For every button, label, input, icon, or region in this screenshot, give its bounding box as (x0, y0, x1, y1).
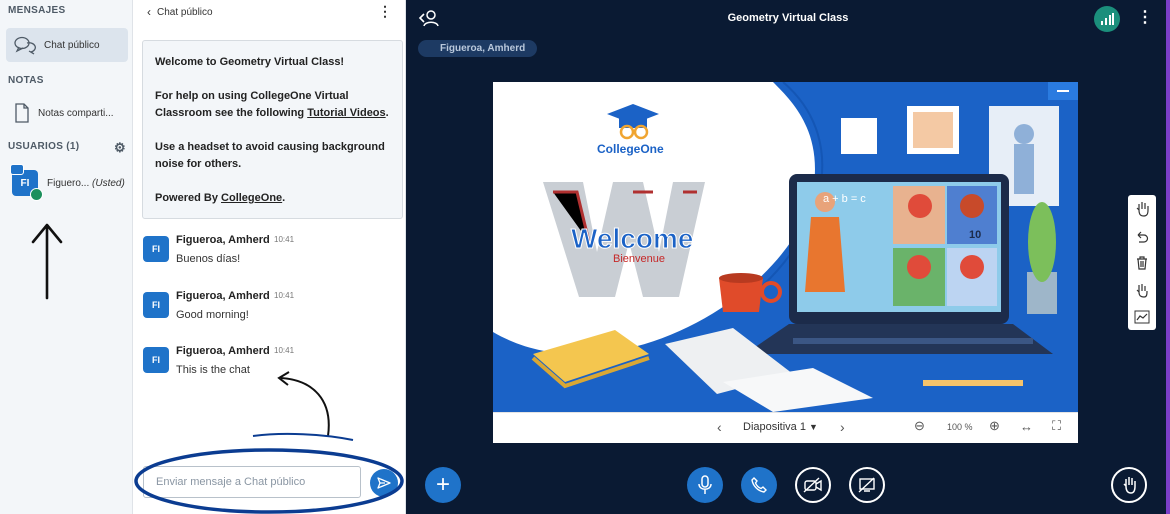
annotation-ellipse-icon (134, 432, 404, 514)
fit-width-icon[interactable]: ↔ (1020, 419, 1033, 434)
avatar-initials: FI (20, 177, 30, 189)
fullscreen-icon[interactable]: ⛶ (1052, 418, 1061, 434)
signal-bars-icon (1100, 13, 1114, 25)
user-list-item[interactable]: FI Figuero... (Usted) (10, 164, 130, 201)
slide-number-sign: 10 (969, 229, 981, 241)
help-line: For help on using CollegeOne Virtual Cla… (155, 90, 389, 119)
chat-header: ‹ Chat público ⋮ (133, 0, 406, 24)
whiteboard-toolbar (1128, 195, 1156, 330)
avatar: FI (143, 347, 169, 373)
messages-section-title: MENSAJES (8, 5, 66, 16)
powered-by-line: Powered By CollegeOne. (155, 192, 286, 204)
chat-title[interactable]: Chat público (157, 7, 213, 18)
chevron-left-icon[interactable]: ‹ (717, 419, 722, 435)
connection-status-button[interactable] (1094, 6, 1120, 32)
microphone-button[interactable] (687, 467, 723, 503)
message-text: Good morning! (176, 309, 249, 321)
conference-app: MENSAJES Chat público NOTAS Notas compar… (0, 0, 1170, 514)
presenter-icon (10, 164, 24, 175)
raise-hand-button[interactable] (1111, 467, 1147, 503)
more-vertical-icon[interactable]: ⋮ (1137, 7, 1153, 27)
message-time: 10:41 (274, 235, 295, 244)
tutorial-videos-link[interactable]: Tutorial Videos (307, 107, 385, 119)
plus-icon: + (435, 471, 450, 498)
phone-button[interactable] (741, 467, 777, 503)
chevron-left-icon[interactable]: ‹ (147, 5, 151, 19)
message-text: This is the chat (176, 364, 250, 376)
screen-share-button[interactable] (849, 467, 885, 503)
presentation-slide: a + b = c 10 Welcome Bienvenue CollegeOn… (493, 82, 1078, 412)
chat-bubbles-icon (14, 35, 36, 55)
user-name: Figuero... (Usted) (47, 177, 125, 189)
headset-line: Use a headset to avoid causing backgroun… (155, 141, 385, 170)
slide-artwork: a + b = c 10 Welcome Bienvenue CollegeOn… (493, 82, 1078, 412)
undo-icon[interactable] (1131, 225, 1153, 247)
microphone-icon (697, 475, 713, 495)
chat-panel: ‹ Chat público ⋮ Welcome to Geometry Vir… (133, 0, 406, 514)
hand-tool-icon[interactable] (1131, 198, 1153, 220)
slide-welcome-word: Welcome (571, 223, 693, 254)
users-section-title: USUARIOS (1) ⚙ (0, 140, 130, 155)
zoom-level: 100 % (947, 422, 973, 432)
chat-message: FI Figueroa, Amherd 10:41 Buenos días! (143, 234, 403, 274)
gear-icon[interactable]: ⚙ (114, 140, 126, 156)
screen-share-off-icon (858, 477, 876, 493)
message-text: Buenos días! (176, 253, 241, 265)
message-time: 10:41 (274, 346, 295, 355)
message-time: 10:41 (274, 291, 295, 300)
chat-message: FI Figueroa, Amherd 10:41 Good morning! (143, 290, 403, 330)
users-count-label: USUARIOS (1) (8, 141, 80, 152)
chevron-right-icon[interactable]: › (840, 419, 845, 435)
avatar: FI (143, 292, 169, 318)
welcome-line: Welcome to Geometry Virtual Class! (155, 56, 345, 68)
shared-notes-label: Notas comparti... (38, 107, 114, 119)
zoom-in-icon[interactable]: ⊕ (989, 418, 1000, 434)
presenter-badge: Figueroa, Amherd (418, 40, 538, 57)
message-sender: Figueroa, Amherd (176, 290, 270, 302)
public-chat-item[interactable]: Chat público (6, 28, 128, 62)
camera-off-icon (803, 477, 823, 493)
slide-selector[interactable]: Diapositiva 1 ▼ (743, 421, 818, 433)
pencil-line-icon[interactable] (1131, 306, 1153, 328)
meeting-title: Geometry Virtual Class (727, 12, 849, 24)
slide-formula: a + b = c (823, 193, 866, 205)
window-edge (1166, 0, 1170, 514)
trash-icon[interactable] (1131, 252, 1153, 274)
avatar: FI (143, 236, 169, 262)
zoom-out-icon[interactable]: ⊖ (914, 418, 925, 434)
actions-button[interactable]: + (425, 467, 461, 503)
user-list-panel: MENSAJES Chat público NOTAS Notas compar… (0, 0, 133, 514)
shared-notes-item[interactable]: Notas comparti... (6, 98, 128, 128)
multi-user-icon[interactable] (1131, 279, 1153, 301)
message-sender: Figueroa, Amherd (176, 345, 270, 357)
chevron-down-icon: ▼ (809, 422, 818, 432)
slide-toolbar: ‹ Diapositiva 1 ▼ › ⊖ 100 % ⊕ ↔ ⛶ (493, 412, 1078, 443)
hand-icon (1121, 476, 1137, 494)
avatar: FI (10, 164, 43, 201)
phone-icon (751, 477, 767, 493)
message-sender: Figueroa, Amherd (176, 234, 270, 246)
welcome-message: Welcome to Geometry Virtual Class! For h… (142, 40, 403, 219)
more-vertical-icon[interactable]: ⋮ (378, 3, 392, 20)
notes-section-title: NOTAS (8, 75, 44, 86)
moderator-icon (30, 188, 43, 201)
collegeone-link[interactable]: CollegeOne (221, 192, 282, 204)
public-chat-label: Chat público (44, 39, 100, 51)
presentation-area: Geometry Virtual Class ⋮ Figueroa, Amher… (406, 0, 1170, 514)
slide-bienvenue-word: Bienvenue (613, 253, 665, 265)
document-icon (14, 103, 30, 123)
camera-button[interactable] (795, 467, 831, 503)
slide-logo: CollegeOne (597, 142, 664, 156)
annotation-up-arrow-icon (31, 223, 63, 300)
